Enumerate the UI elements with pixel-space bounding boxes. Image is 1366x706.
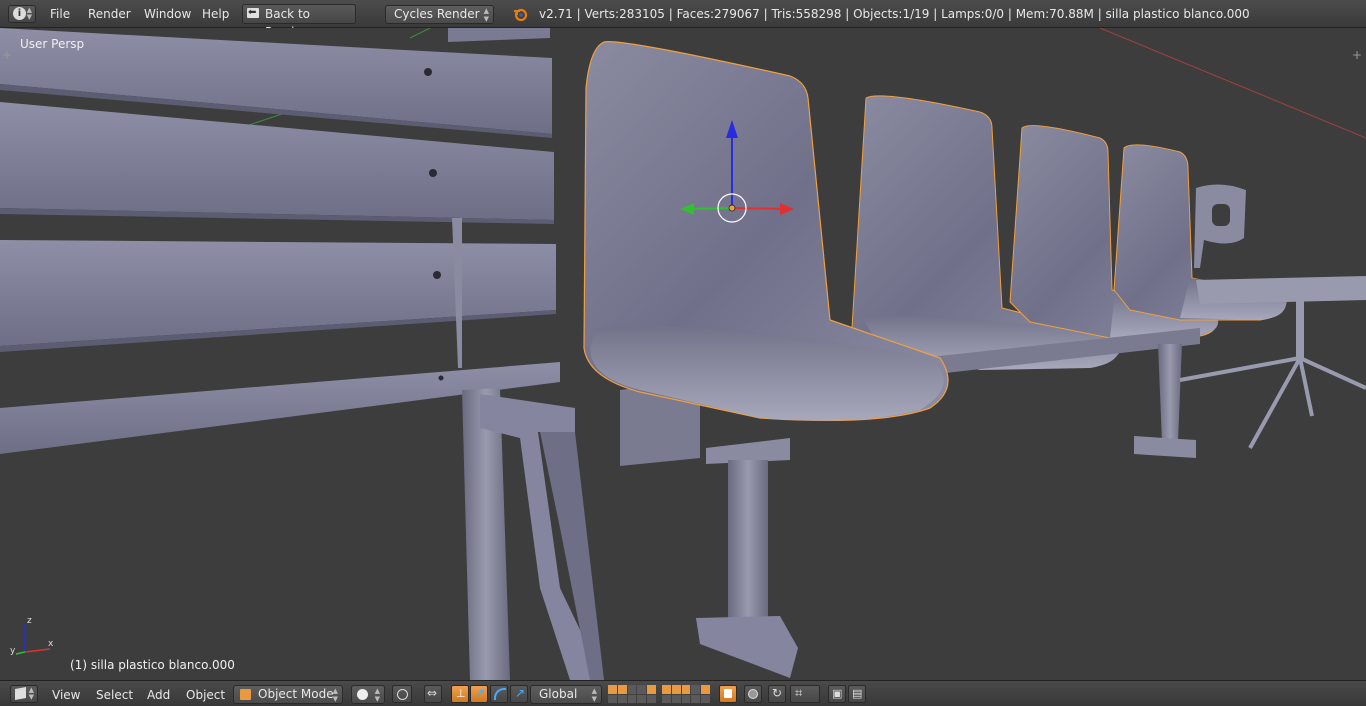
axis-y-label: y (10, 646, 16, 656)
rotate-manipulator-button[interactable]: ↗ (470, 685, 488, 703)
layer-icon[interactable] (627, 685, 637, 694)
menu-window[interactable]: Window (144, 5, 191, 23)
chevron-updown-icon: ▲ ▼ (332, 687, 338, 703)
magnet-icon: ↻ (772, 686, 783, 700)
render-engine-label: Cycles Render (394, 7, 480, 21)
layer-icon[interactable] (637, 694, 647, 703)
solid-shading-icon (357, 689, 368, 700)
lock-icon (724, 689, 732, 698)
x-axis-grid-line (1099, 28, 1366, 139)
rotate-icon: ↗ (475, 686, 486, 700)
scale-manipulator-button[interactable] (490, 685, 508, 703)
menu-select[interactable]: Select (96, 686, 133, 704)
layer-icon[interactable] (662, 685, 671, 694)
bench-object[interactable] (0, 28, 604, 680)
layer-icon[interactable] (662, 694, 671, 703)
back-to-previous-button[interactable]: ⬅ Back to Previous (242, 4, 356, 39)
layer-icon[interactable] (671, 694, 681, 703)
render-engine-dropdown[interactable]: Cycles Render ▲ ▼ (385, 5, 494, 24)
snap-toggle-button[interactable]: ↻ (768, 685, 786, 703)
arc-icon (494, 688, 506, 700)
menu-help[interactable]: Help (202, 5, 229, 23)
translate-manipulator-button[interactable]: ⊥ (451, 685, 469, 703)
blender-logo-icon (513, 7, 528, 22)
pivot-point-button[interactable] (392, 685, 412, 703)
layer-buttons-2[interactable] (662, 685, 710, 703)
interaction-mode-dropdown[interactable]: Object Mode ▲ ▼ (233, 685, 343, 704)
layer-icon[interactable] (681, 685, 691, 694)
proportional-edit-button[interactable] (744, 685, 762, 703)
viewport-scene: + + (0, 28, 1366, 680)
info-icon: i (13, 7, 26, 20)
layer-icon[interactable] (701, 694, 710, 703)
axis-indicator: z x y (10, 616, 60, 658)
svg-text:+: + (2, 48, 12, 62)
manipulator-toggle-button[interactable]: ⇔ (424, 685, 442, 703)
layer-icon[interactable] (671, 685, 681, 694)
proportional-icon (748, 689, 758, 699)
layer-icon[interactable] (701, 685, 710, 694)
view-label: User Persp (20, 37, 85, 51)
layer-icon[interactable] (681, 694, 691, 703)
layer-icon[interactable] (647, 694, 656, 703)
editor-type-button[interactable]: i ▲ ▼ (8, 5, 36, 23)
chevron-updown-icon: ▲ ▼ (26, 6, 32, 21)
clapperboard-icon: ▤ (852, 687, 863, 700)
chevron-updown-icon: ▲ ▼ (591, 687, 597, 703)
layer-icon[interactable] (637, 685, 647, 694)
3d-viewport[interactable]: + + User Persp z x y (1) silla plastico … (0, 28, 1366, 680)
pivot-icon (397, 689, 408, 700)
editor-type-button[interactable]: ▲ ▼ (10, 685, 38, 703)
layer-icon[interactable] (608, 694, 617, 703)
snap-element-button[interactable]: ⌗ (790, 685, 820, 703)
chevron-updown-icon: ▲ ▼ (28, 686, 34, 701)
render-still-button[interactable]: ▣ (828, 685, 846, 703)
menu-render[interactable]: Render (88, 5, 131, 23)
scale-icon: ↗ (515, 686, 526, 700)
viewport-header: ▲ ▼ View Select Add Object Object Mode ▲ ▼… (0, 680, 1366, 706)
layer-icon[interactable] (617, 685, 627, 694)
layer-icon[interactable] (617, 694, 627, 703)
orientation-label: Global (539, 687, 578, 701)
svg-text:+: + (1352, 48, 1362, 62)
manipulator-icon: ⇔ (427, 686, 438, 700)
layer-icon[interactable] (647, 685, 656, 694)
cube-view-icon (15, 687, 26, 700)
scene-stats: v2.71 | Verts:283105 | Faces:279067 | Tr… (539, 7, 1250, 21)
chevron-updown-icon: ▲ ▼ (483, 7, 489, 23)
snap-target-icon: ⌗ (795, 686, 803, 701)
object-mode-cube-icon (240, 689, 251, 700)
axis-z-label: z (27, 616, 32, 626)
viewport-shading-dropdown[interactable]: ▲ ▼ (351, 685, 385, 704)
translate-icon: ⊥ (456, 687, 466, 700)
layer-icon[interactable] (691, 694, 701, 703)
render-animation-button[interactable]: ▤ (848, 685, 866, 703)
menu-file[interactable]: File (50, 5, 70, 23)
transform-orientation-dropdown[interactable]: Global ▲ ▼ (530, 685, 602, 704)
layer-icon[interactable] (691, 685, 701, 694)
camera-icon: ▣ (832, 687, 843, 700)
info-header: i ▲▼ File Render Window Help ⬅ Back to P… (0, 0, 1366, 39)
layer-icon[interactable] (627, 694, 637, 703)
layer-buttons-1[interactable] (608, 685, 656, 703)
scale-tool-button[interactable]: ↗ (510, 685, 528, 703)
menu-view[interactable]: View (52, 686, 80, 704)
layer-1-icon[interactable] (608, 685, 617, 694)
active-object-label: (1) silla plastico blanco.000 (70, 658, 235, 672)
lock-layers-button[interactable] (719, 685, 737, 703)
axis-x-label: x (48, 639, 54, 649)
mode-label: Object Mode (258, 687, 334, 701)
menu-add[interactable]: Add (147, 686, 170, 704)
menu-object[interactable]: Object (186, 686, 225, 704)
back-arrow-glyph: ⬅ (248, 7, 257, 18)
chevron-updown-icon: ▲ ▼ (374, 687, 380, 703)
